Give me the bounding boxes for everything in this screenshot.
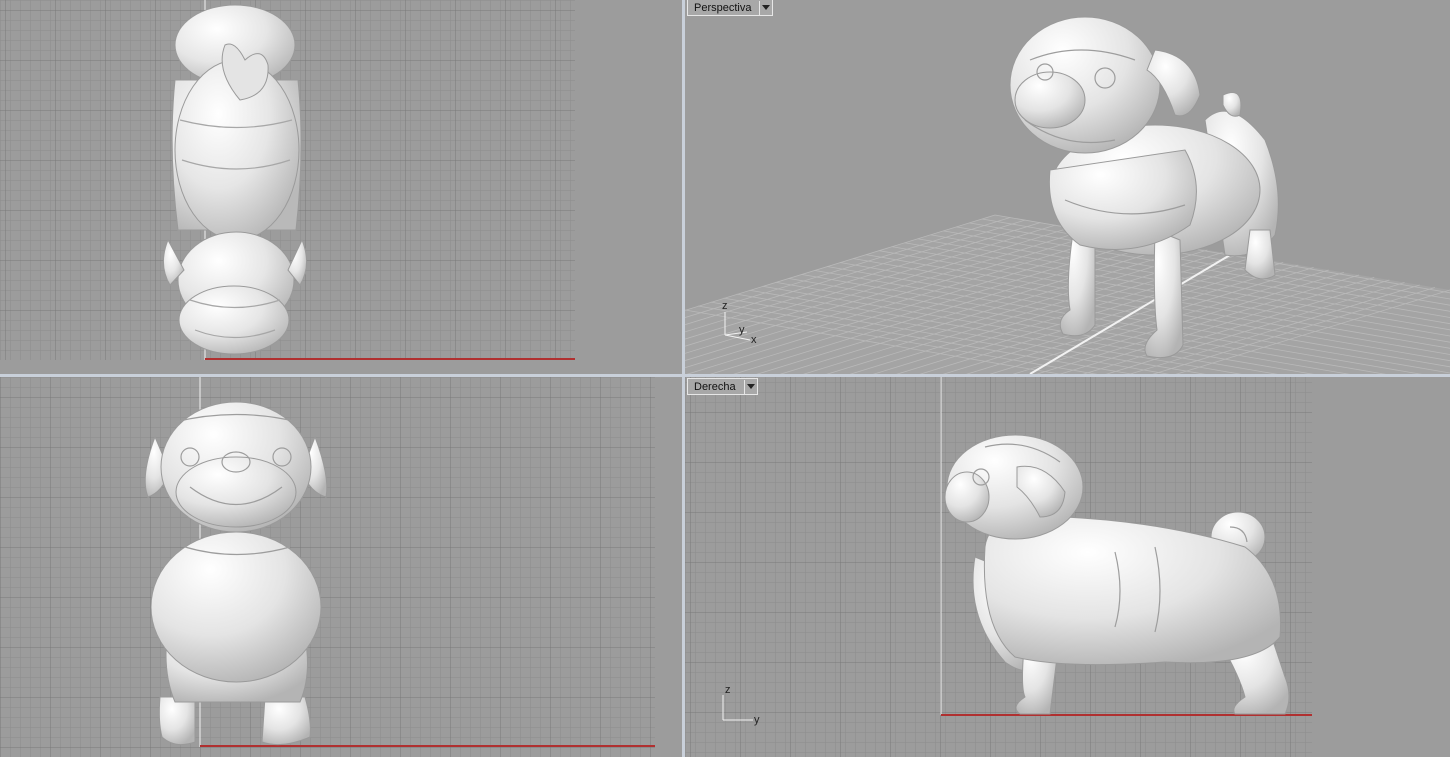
axis-label-z: z [722,300,728,312]
viewport-right-canvas: z y [685,377,1312,757]
perspective-ground-grid [685,214,1450,374]
axis-label-x: x [751,334,757,346]
axis-label-y: y [739,324,745,336]
viewport-top-canvas [0,0,575,360]
viewport-right[interactable]: z y Derecha [685,377,1450,757]
pug-model-top-view[interactable] [163,4,307,355]
axis-label-y: y [754,714,760,726]
viewport-tab-perspective[interactable]: Perspectiva [687,0,774,16]
chevron-down-icon[interactable] [743,379,757,394]
axis-label-z: z [725,684,731,696]
viewport-top[interactable] [0,0,682,374]
viewport-tab-label: Derecha [694,380,736,393]
chevron-down-icon[interactable] [759,0,772,15]
viewport-front-canvas [0,377,655,757]
viewport-tab-label: Perspectiva [694,1,752,14]
construction-grid [0,377,655,757]
pug-model-front-view[interactable] [144,401,328,746]
viewport-perspective-canvas: z y x [685,16,1450,374]
viewport-front[interactable] [0,377,682,757]
viewport-perspective[interactable]: z y x Perspectiva [685,0,1450,374]
viewport-tab-right[interactable]: Derecha [687,378,758,395]
